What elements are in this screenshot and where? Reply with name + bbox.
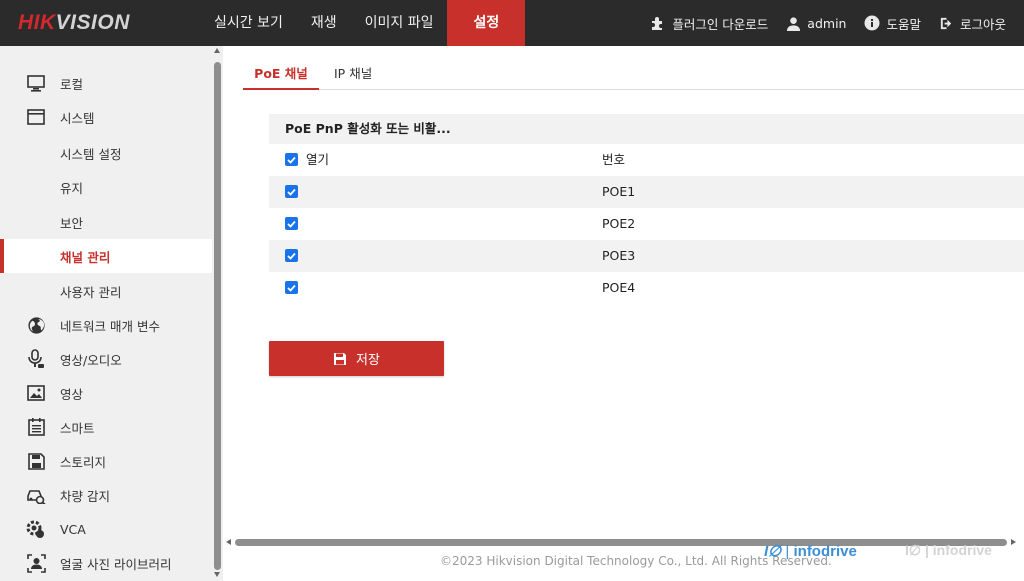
- sidebar-item-maintenance[interactable]: 유지: [0, 170, 212, 204]
- poe-channel-table: PoE PnP 활성화 또는 비활... 열기 번호 POE1 POE2 POE…: [269, 114, 1024, 304]
- poe4-enable-checkbox[interactable]: [285, 281, 298, 294]
- sidebar: 로컬 시스템 시스템 설정 유지 보안 채널 관리 사용자 관리 네트워크 매개…: [0, 46, 212, 581]
- save-button[interactable]: 저장: [269, 341, 444, 376]
- infodrive-watermark: I∅ | infodrive: [764, 543, 857, 560]
- infodrive-watermark-faded: I∅ | infodrive: [905, 542, 992, 558]
- tab-ip-channel[interactable]: IP 채널: [334, 60, 372, 90]
- main-nav: 실시간 보기 재생 이미지 파일 설정: [200, 0, 526, 46]
- check-icon: [287, 188, 296, 196]
- globe-icon: [25, 314, 47, 336]
- check-icon: [287, 284, 296, 292]
- plugin-download-link[interactable]: 플러그인 다운로드: [650, 14, 768, 33]
- vca-gear-icon: [25, 518, 47, 540]
- sidebar-item-channel-management[interactable]: 채널 관리: [0, 239, 212, 273]
- car-search-icon: [25, 484, 47, 506]
- sidebar-item-vca[interactable]: VCA: [0, 512, 212, 546]
- channel-number: POE1: [602, 184, 636, 199]
- floppy-icon: [25, 450, 47, 472]
- check-icon: [287, 156, 296, 164]
- select-all-checkbox[interactable]: [285, 153, 298, 166]
- nav-picture[interactable]: 이미지 파일: [351, 0, 448, 46]
- sidebar-item-network[interactable]: 네트워크 매개 변수: [0, 308, 212, 342]
- nav-configuration[interactable]: 설정: [447, 0, 526, 46]
- sidebar-item-image[interactable]: 영상: [0, 376, 212, 410]
- top-right-menu: 플러그인 다운로드 admin 도움말 로그아웃: [650, 0, 1024, 46]
- sidebar-item-face-library[interactable]: 얼굴 사진 라이브러리: [0, 546, 212, 580]
- logout-icon: [940, 17, 952, 29]
- floppy-icon: [334, 352, 347, 365]
- nav-playback[interactable]: 재생: [297, 0, 351, 46]
- scrollbar-thumb[interactable]: [235, 539, 1007, 546]
- scroll-up-arrow-icon[interactable]: [214, 48, 220, 53]
- sidebar-item-system-settings[interactable]: 시스템 설정: [0, 136, 212, 170]
- window-icon: [25, 106, 47, 128]
- sidebar-item-video-audio[interactable]: 영상/오디오: [0, 342, 212, 376]
- info-icon: [864, 15, 880, 31]
- image-icon: [25, 382, 47, 404]
- channel-tabs: PoE 채널 IP 채널: [243, 60, 1024, 90]
- sidebar-scrollbar[interactable]: [212, 46, 223, 581]
- logout-link[interactable]: 로그아웃: [939, 14, 1006, 33]
- user-icon: [787, 16, 801, 31]
- scroll-down-arrow-icon[interactable]: [214, 572, 220, 577]
- table-header-row: 열기 번호: [269, 144, 1024, 176]
- check-icon: [287, 220, 296, 228]
- channel-number: POE2: [602, 216, 636, 231]
- tab-poe-channel[interactable]: PoE 채널: [243, 60, 319, 90]
- poe-pnp-header: PoE PnP 활성화 또는 비활...: [269, 114, 1024, 144]
- scroll-left-arrow-icon[interactable]: [226, 539, 231, 545]
- sidebar-item-system[interactable]: 시스템: [0, 100, 212, 134]
- sidebar-item-vehicle-detection[interactable]: 차량 감지: [0, 478, 212, 512]
- hikvision-logo: HIKVISION: [18, 11, 130, 34]
- sidebar-item-local[interactable]: 로컬: [0, 66, 212, 100]
- scroll-right-arrow-icon[interactable]: [1011, 539, 1016, 545]
- scrollbar-thumb[interactable]: [214, 62, 221, 570]
- sidebar-item-security[interactable]: 보안: [0, 205, 212, 239]
- sidebar-item-user-management[interactable]: 사용자 관리: [0, 274, 212, 308]
- column-enable: 열기: [306, 152, 330, 167]
- face-frame-icon: [25, 552, 47, 574]
- table-row: POE4: [269, 272, 1024, 304]
- poe2-enable-checkbox[interactable]: [285, 217, 298, 230]
- poe3-enable-checkbox[interactable]: [285, 249, 298, 262]
- table-row: POE1: [269, 176, 1024, 208]
- user-menu[interactable]: admin: [786, 16, 846, 31]
- help-link[interactable]: 도움말: [864, 14, 921, 33]
- sidebar-item-storage[interactable]: 스토리지: [0, 444, 212, 478]
- sidebar-item-smart[interactable]: 스마트: [0, 410, 212, 444]
- poe1-enable-checkbox[interactable]: [285, 185, 298, 198]
- table-row: POE3: [269, 240, 1024, 272]
- puzzle-icon: [652, 17, 663, 30]
- nav-live-view[interactable]: 실시간 보기: [200, 0, 297, 46]
- monitor-icon: [25, 72, 47, 94]
- top-bar: HIKVISION 실시간 보기 재생 이미지 파일 설정 플러그인 다운로드 …: [0, 0, 1024, 46]
- column-number: 번호: [602, 152, 626, 167]
- microphone-icon: [25, 348, 47, 370]
- calendar-list-icon: [25, 416, 47, 438]
- channel-number: POE4: [602, 280, 636, 295]
- table-row: POE2: [269, 208, 1024, 240]
- channel-number: POE3: [602, 248, 636, 263]
- check-icon: [287, 252, 296, 260]
